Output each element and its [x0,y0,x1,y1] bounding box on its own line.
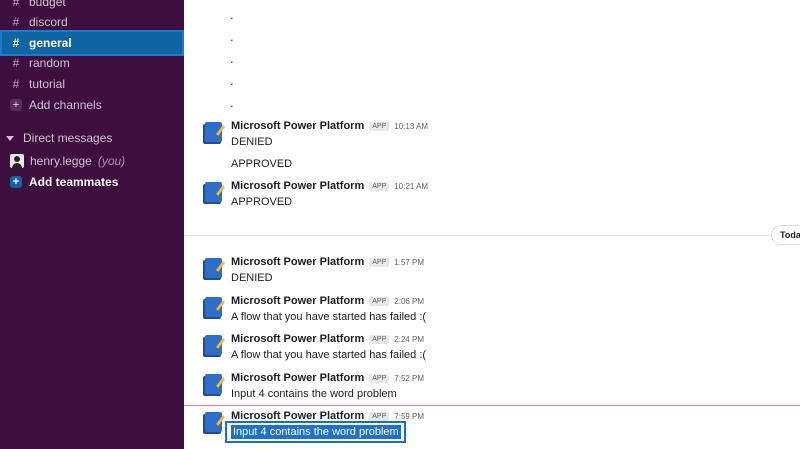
message-header: Microsoft Power Platform APP 2:06 PM [231,295,424,307]
timestamp[interactable]: 10:21 AM [394,182,428,191]
message-header: Microsoft Power Platform APP 1:57 PM [231,256,424,268]
power-platform-app-icon[interactable] [200,120,226,146]
sender-name[interactable]: Microsoft Power Platform [231,372,364,384]
message-text: Input 4 contains the word problem [231,388,397,400]
new-messages-line [184,405,800,406]
message-header: Microsoft Power Platform APP 2:24 PM [231,333,424,345]
message-text: DENIED [231,272,273,284]
sender-name[interactable]: Microsoft Power Platform [231,180,364,192]
ellipsis-dot: . [230,95,234,110]
add-channels-button[interactable]: + Add channels [0,95,184,115]
hash-icon: # [12,36,20,50]
channel-label: budget [29,0,66,9]
message-header: Microsoft Power Platform APP 7:52 PM [231,372,424,384]
sender-name[interactable]: Microsoft Power Platform [231,295,364,307]
timestamp[interactable]: 2:24 PM [394,335,424,344]
app-badge: APP [369,412,390,421]
sidebar-item-random[interactable]: # random [0,53,184,73]
day-divider-label[interactable]: Toda [771,225,800,245]
app-badge: APP [369,182,390,191]
power-platform-app-icon[interactable] [200,410,226,436]
app-badge: APP [369,374,390,383]
day-divider-line [184,235,800,236]
ellipsis-dot: . [230,7,234,22]
direct-messages-header[interactable]: Direct messages [6,129,112,147]
power-platform-app-icon[interactable] [200,372,226,398]
avatar [10,154,24,168]
add-teammates-label: Add teammates [29,175,119,189]
app-badge: APP [369,258,390,267]
message-text: A flow that you have started has failed … [231,349,427,361]
message-pane: . . . . . Microsoft Power Platform APP 1… [184,0,800,449]
sidebar-item-budget[interactable]: # budget [0,0,184,12]
timestamp[interactable]: 7:52 PM [394,374,424,383]
add-teammates-button[interactable]: + Add teammates [0,172,184,192]
power-platform-app-icon[interactable] [200,256,226,282]
message-text: APPROVED [231,158,293,170]
you-label: (you) [97,154,126,168]
message-text: APPROVED [231,196,293,208]
power-platform-app-icon[interactable] [200,295,226,321]
message-text: A flow that you have started has failed … [231,311,427,323]
sender-name[interactable]: Microsoft Power Platform [231,120,364,132]
channel-label: discord [29,15,68,29]
plus-icon: + [10,99,22,111]
app-badge: APP [369,335,390,344]
channel-label: random [29,56,70,70]
timestamp[interactable]: 10:13 AM [394,122,428,131]
channel-label: general [29,36,72,50]
ellipsis-dot: . [230,29,234,44]
hash-icon: # [12,15,20,29]
message-header: Microsoft Power Platform APP 10:21 AM [231,180,428,192]
hash-icon: # [12,0,20,9]
plus-icon: + [10,176,22,188]
selection-outline [225,421,406,443]
sender-name[interactable]: Microsoft Power Platform [231,333,364,345]
power-platform-app-icon[interactable] [200,180,226,206]
app-badge: APP [369,122,390,131]
add-channels-label: Add channels [29,98,102,112]
channel-label: tutorial [29,77,66,91]
sidebar: # budget # discord # general # random # … [0,0,184,449]
timestamp[interactable]: 7:59 PM [394,412,424,421]
hash-icon: # [12,56,20,70]
message-text: DENIED [231,136,273,148]
timestamp[interactable]: 1:57 PM [394,258,424,267]
dm-user-name: henry.legge [30,154,92,168]
timestamp[interactable]: 2:06 PM [394,297,424,306]
ellipsis-dot: . [230,51,234,66]
ellipsis-dot: . [230,73,234,88]
sidebar-item-discord[interactable]: # discord [0,12,184,32]
sidebar-item-tutorial[interactable]: # tutorial [0,74,184,94]
direct-messages-label: Direct messages [23,131,113,145]
power-platform-app-icon[interactable] [200,333,226,359]
hash-icon: # [12,77,20,91]
sidebar-item-dm-henry[interactable]: henry.legge (you) [0,151,184,171]
message-header: Microsoft Power Platform APP 10:13 AM [231,120,428,132]
app-badge: APP [369,297,390,306]
sender-name[interactable]: Microsoft Power Platform [231,256,364,268]
caret-down-icon[interactable] [6,135,14,141]
